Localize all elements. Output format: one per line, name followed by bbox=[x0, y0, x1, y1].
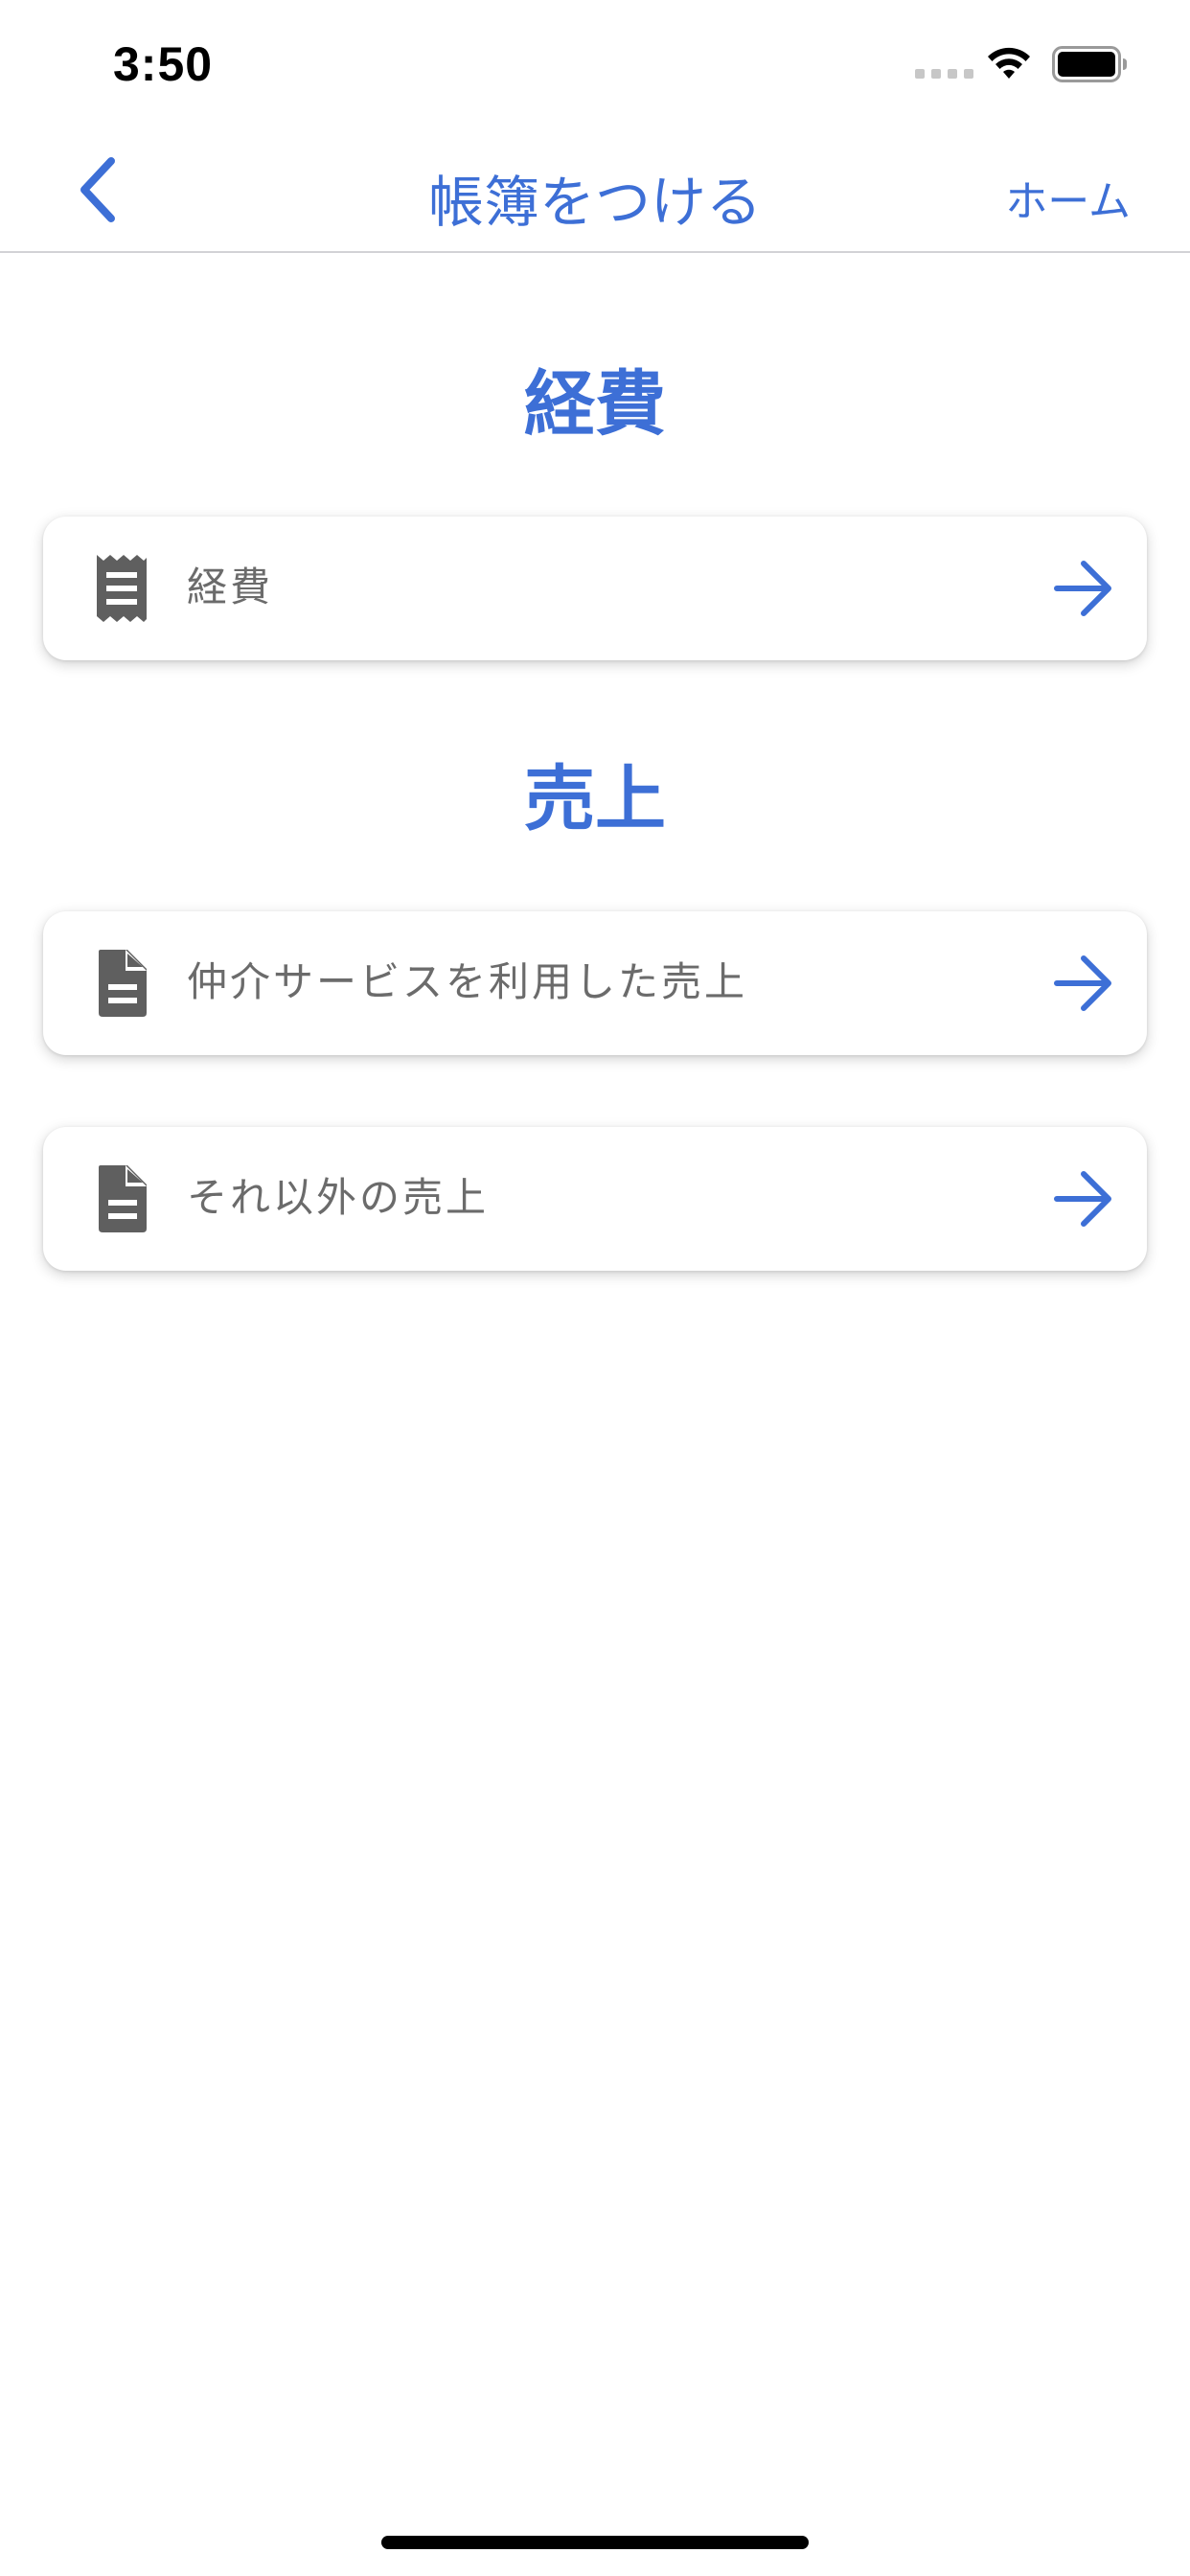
wifi-icon bbox=[988, 47, 1030, 79]
status-time: 3:50 bbox=[113, 37, 214, 91]
home-button[interactable]: ホーム bbox=[1005, 167, 1131, 228]
document-icon bbox=[99, 1165, 147, 1232]
navigation-bar: 帳簿をつける ホーム bbox=[0, 126, 1190, 253]
cellular-signal-icon bbox=[915, 69, 973, 79]
list-item-label: 経費 bbox=[187, 564, 274, 610]
arrow-right-icon bbox=[1054, 561, 1111, 616]
screen: 3:50 帳簿をつける ホーム 経費 経費 売上 仲介サービスを利用した売上 そ… bbox=[0, 0, 1190, 2576]
receipt-icon bbox=[97, 555, 147, 622]
battery-icon bbox=[1052, 46, 1127, 82]
list-item-expenses[interactable]: 経費 bbox=[43, 517, 1147, 660]
list-item-brokered-sales[interactable]: 仲介サービスを利用した売上 bbox=[43, 911, 1147, 1055]
document-icon bbox=[99, 950, 147, 1017]
list-item-label: それ以外の売上 bbox=[187, 1174, 490, 1221]
home-indicator[interactable] bbox=[381, 2536, 809, 2549]
section-title-expenses: 経費 bbox=[524, 363, 666, 446]
status-bar: 3:50 bbox=[0, 0, 1190, 126]
arrow-right-icon bbox=[1054, 1171, 1111, 1227]
list-item-label: 仲介サービスを利用した売上 bbox=[187, 958, 748, 1005]
list-item-other-sales[interactable]: それ以外の売上 bbox=[43, 1127, 1147, 1271]
section-title-sales: 売上 bbox=[524, 758, 666, 840]
arrow-right-icon bbox=[1054, 955, 1111, 1011]
